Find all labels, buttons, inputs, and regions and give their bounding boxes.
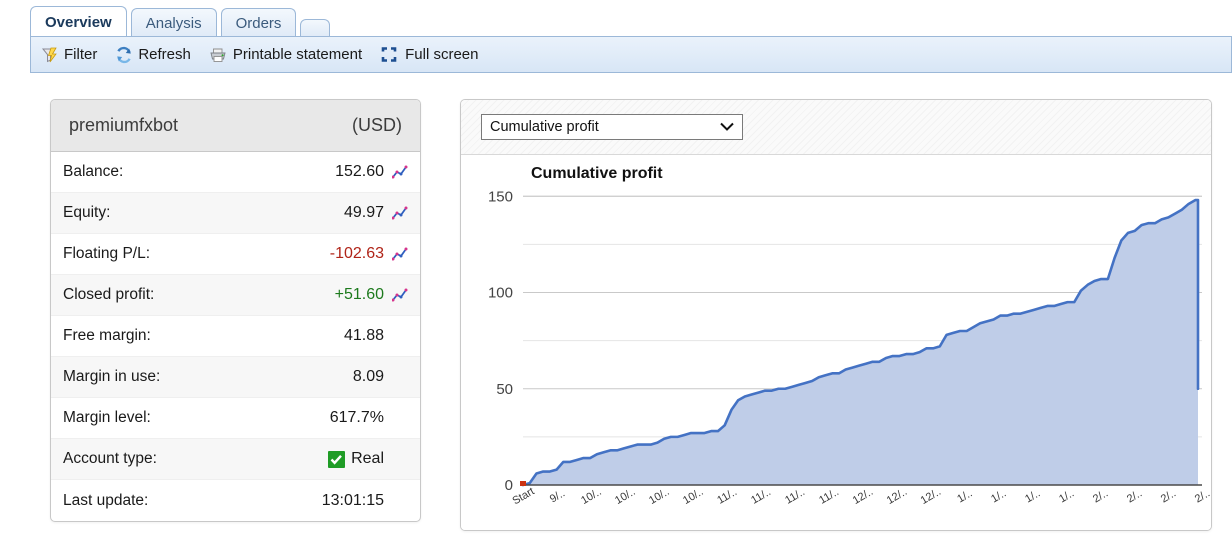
table-row: Equity: 49.97 — [51, 193, 420, 234]
chart-type-select[interactable]: Cumulative profit — [481, 114, 743, 140]
svg-text:10/..: 10/.. — [681, 486, 706, 507]
chart-body: Cumulative profit 0 50 100 150 Start 9/.. 10/.… — [461, 155, 1211, 530]
svg-text:0: 0 — [505, 477, 513, 494]
svg-text:10/..: 10/.. — [647, 486, 672, 507]
row-value-equity: 49.97 — [344, 204, 410, 222]
svg-text:100: 100 — [488, 285, 513, 302]
svg-text:10/..: 10/.. — [579, 486, 604, 507]
chart-panel: Cumulative profit Cumulative profit 0 50 1… — [460, 99, 1212, 531]
chart-icon[interactable] — [390, 206, 410, 220]
printable-statement-label: Printable statement — [232, 46, 363, 63]
filter-button[interactable]: Filter — [41, 46, 97, 64]
row-label-margin-in-use: Margin in use: — [63, 368, 161, 385]
tab-blank[interactable] — [300, 19, 331, 37]
tab-overview-label: Overview — [45, 13, 112, 31]
svg-text:2/..: 2/.. — [1091, 487, 1110, 505]
account-info-panel: premiumfxbot (USD) Balance: 152.60 Equit… — [50, 99, 421, 522]
printer-icon — [209, 46, 228, 64]
row-value-free-margin: 41.88 — [343, 327, 384, 344]
chart-icon[interactable] — [390, 247, 410, 261]
printable-statement-button[interactable]: Printable statement — [209, 46, 362, 64]
tab-analysis[interactable]: Analysis — [130, 8, 217, 37]
row-label-margin-level: Margin level: — [63, 409, 151, 426]
svg-text:50: 50 — [496, 381, 513, 398]
svg-text:2/..: 2/.. — [1125, 487, 1144, 505]
svg-text:1/..: 1/.. — [955, 487, 974, 505]
row-value-last-update: 13:01:15 — [321, 491, 384, 509]
svg-text:11/..: 11/.. — [783, 486, 807, 507]
row-label-free-margin: Free margin: — [63, 327, 151, 344]
row-label-account-type: Account type: — [63, 450, 157, 467]
table-row: Closed profit: +51.60 — [51, 275, 420, 316]
row-label-last-update: Last update: — [63, 491, 149, 509]
table-row: Free margin: 41.88 — [51, 316, 420, 357]
svg-text:1/..: 1/.. — [989, 487, 1008, 505]
svg-text:11/..: 11/.. — [715, 486, 739, 507]
tab-list: Overview Analysis Orders — [30, 6, 331, 37]
tab-orders[interactable]: Orders — [220, 8, 297, 37]
toolbar: Filter Refresh Printable statement Full … — [30, 36, 1232, 73]
svg-text:9/..: 9/.. — [548, 487, 567, 505]
row-label-equity: Equity: — [63, 204, 111, 221]
table-row: Last update: 13:01:15 — [51, 480, 420, 521]
tab-strip: Overview Analysis Orders — [0, 0, 1232, 40]
svg-text:12/..: 12/.. — [851, 486, 876, 507]
chart-title: Cumulative profit — [531, 165, 663, 182]
row-label-floating-pl: Floating P/L: — [63, 245, 151, 262]
svg-text:2/..: 2/.. — [1159, 487, 1178, 505]
row-label-balance: Balance: — [63, 163, 124, 180]
svg-text:Start: Start — [510, 485, 536, 507]
svg-text:1/..: 1/.. — [1057, 487, 1076, 505]
refresh-icon — [115, 46, 133, 64]
full-screen-label: Full screen — [405, 46, 479, 63]
account-panel-header: premiumfxbot (USD) — [51, 100, 420, 152]
filter-label: Filter — [64, 46, 98, 63]
filter-icon — [41, 46, 59, 64]
svg-text:11/..: 11/.. — [817, 486, 841, 507]
account-type-text: Real — [351, 450, 384, 467]
svg-text:12/..: 12/.. — [885, 486, 910, 507]
refresh-button[interactable]: Refresh — [115, 46, 191, 64]
chart-icon[interactable] — [390, 288, 410, 302]
fullscreen-icon — [380, 46, 400, 64]
chevron-down-icon — [720, 119, 734, 135]
tab-analysis-label: Analysis — [145, 14, 202, 32]
table-row: Account type: Real — [51, 439, 420, 480]
table-row: Margin in use: 8.09 — [51, 357, 420, 398]
row-value-balance: 152.60 — [335, 163, 410, 181]
svg-text:11/..: 11/.. — [749, 486, 773, 507]
svg-text:10/..: 10/.. — [613, 486, 638, 507]
row-value-closed-profit: +51.60 — [335, 286, 410, 304]
account-name: premiumfxbot — [69, 115, 179, 135]
svg-text:2/..: 2/.. — [1193, 487, 1211, 505]
chart-panel-header: Cumulative profit — [461, 100, 1211, 155]
table-row: Floating P/L: -102.63 — [51, 234, 420, 275]
svg-text:150: 150 — [488, 188, 513, 205]
tab-orders-label: Orders — [235, 14, 282, 32]
svg-text:1/..: 1/.. — [1023, 487, 1042, 505]
row-label-closed-profit: Closed profit: — [63, 286, 155, 303]
table-row: Margin level: 617.7% — [51, 398, 420, 439]
account-currency: (USD) — [352, 115, 402, 135]
checkmark-icon — [328, 450, 346, 468]
svg-text:12/..: 12/.. — [919, 486, 944, 507]
chart-icon[interactable] — [390, 165, 410, 179]
refresh-label: Refresh — [138, 46, 191, 63]
row-value-floating-pl: -102.63 — [330, 245, 410, 263]
app-page: Overview Analysis Orders Filter Refresh … — [0, 0, 1232, 543]
full-screen-button[interactable]: Full screen — [380, 46, 478, 64]
row-value-margin-level: 617.7% — [329, 409, 384, 426]
cumulative-profit-chart: 0 50 100 150 Start 9/.. 10/.. 10/.. 10/.. 10/.. 11… — [488, 188, 1211, 507]
table-row: Balance: 152.60 — [51, 152, 420, 193]
tab-overview[interactable]: Overview — [30, 6, 127, 37]
row-value-account-type: Real — [328, 450, 410, 468]
chart-type-selected-value: Cumulative profit — [490, 119, 599, 135]
row-value-margin-in-use: 8.09 — [352, 368, 384, 385]
